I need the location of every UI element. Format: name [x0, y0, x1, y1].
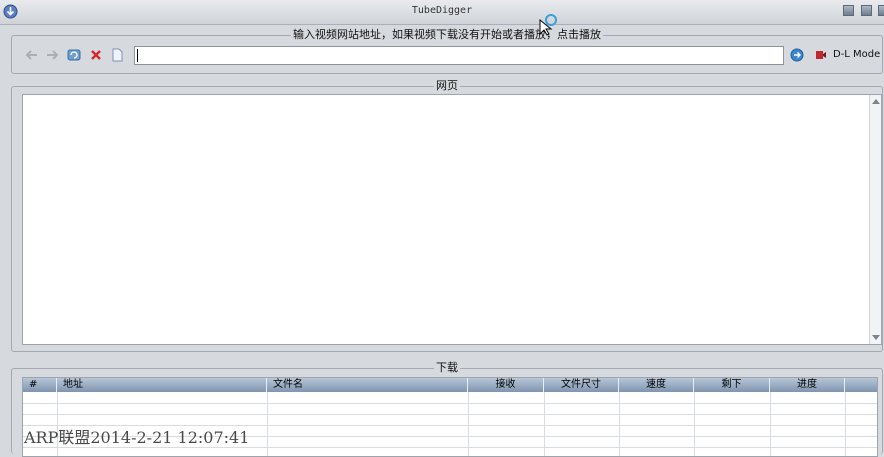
mouse-cursor-icon [539, 14, 557, 36]
dl-mode-button[interactable]: D-L Mode [833, 49, 880, 60]
web-view[interactable] [22, 94, 882, 345]
table-col-divider [770, 392, 771, 456]
forward-arrow-icon[interactable] [45, 48, 59, 62]
record-icon[interactable] [814, 48, 828, 62]
url-group: 输入视频网站地址，如果视频下载没有开始或者播放，点击播放 D-L Mode [11, 28, 883, 74]
col-header-number[interactable]: # [23, 378, 57, 392]
col-header-progress[interactable]: 进度 [770, 378, 845, 392]
refresh-icon[interactable] [67, 48, 81, 62]
maximize-icon[interactable] [861, 5, 872, 16]
col-header-remaining[interactable]: 剩下 [694, 378, 770, 392]
scroll-down-icon[interactable] [872, 335, 880, 340]
title-bar: TubeDigger [0, 0, 884, 25]
webpage-group: 网页 [11, 79, 883, 352]
table-col-divider [468, 392, 469, 456]
text-caret [137, 49, 138, 62]
url-input[interactable] [134, 46, 784, 65]
col-header-received[interactable]: 接收 [468, 378, 544, 392]
watermark-text: ARP联盟2014-2-21 12:07:41 [24, 428, 250, 447]
back-arrow-icon[interactable] [25, 48, 39, 62]
col-header-filesize[interactable]: 文件尺寸 [544, 378, 619, 392]
go-icon[interactable] [790, 48, 804, 62]
page-icon[interactable] [110, 48, 124, 62]
close-icon[interactable] [878, 5, 884, 16]
table-col-divider [267, 392, 268, 456]
scroll-up-icon[interactable] [872, 99, 880, 104]
col-header-filler [845, 378, 877, 392]
table-row-divider [23, 403, 877, 404]
table-col-divider [619, 392, 620, 456]
webpage-label: 网页 [434, 79, 460, 92]
table-col-divider [694, 392, 695, 456]
table-col-divider [845, 392, 846, 456]
table-row-divider [23, 414, 877, 415]
col-header-filename[interactable]: 文件名 [267, 378, 468, 392]
stop-icon[interactable] [89, 48, 103, 62]
table-col-divider [544, 392, 545, 456]
window-title: TubeDigger [411, 5, 473, 16]
web-view-scrollbar[interactable] [869, 95, 881, 344]
minimize-icon[interactable] [843, 5, 854, 16]
col-header-address[interactable]: 地址 [57, 378, 267, 392]
col-header-speed[interactable]: 速度 [619, 378, 694, 392]
download-label: 下载 [434, 361, 460, 374]
